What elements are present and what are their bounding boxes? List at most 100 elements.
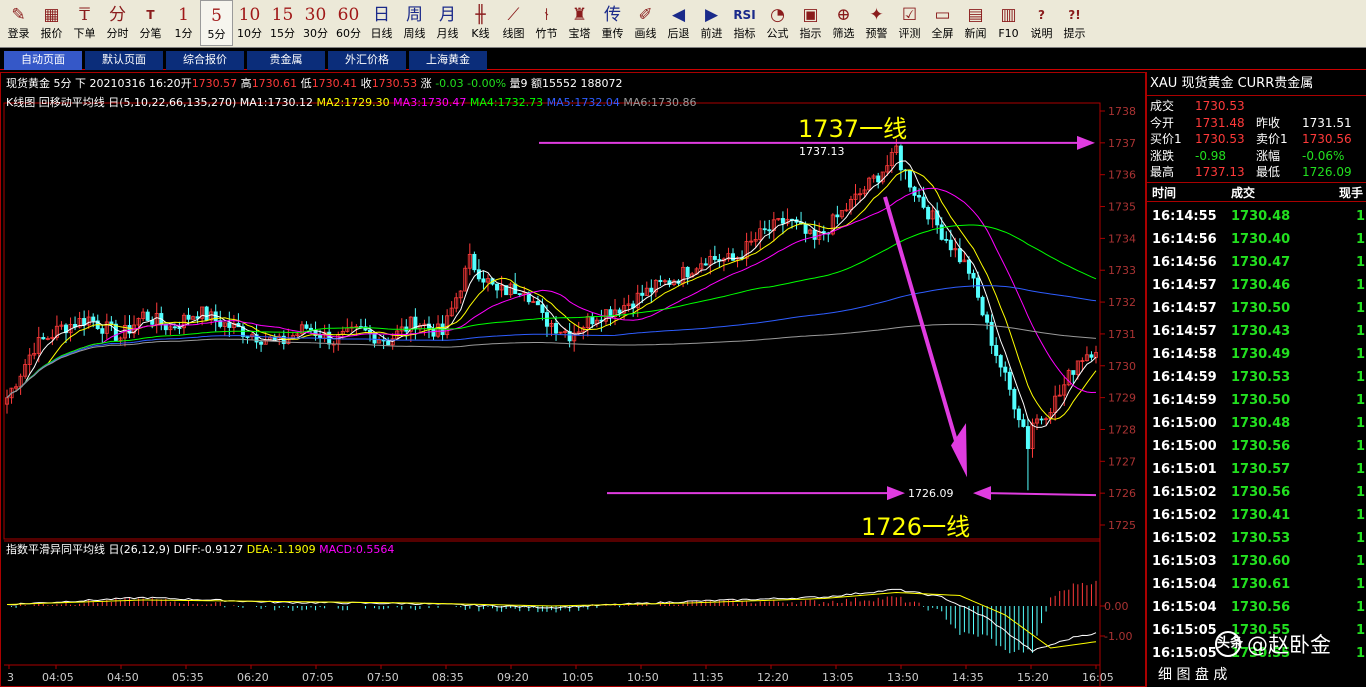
toolbar-button-18[interactable]: 传重传: [596, 0, 629, 46]
candle-body: [540, 304, 545, 313]
y-tick-label: 1725: [1108, 519, 1136, 532]
toolbar-label: 报价: [40, 27, 63, 40]
toolbar-button-20[interactable]: ◀ 后退: [662, 0, 695, 46]
toolbar-button-6[interactable]: 5 5分: [200, 0, 233, 46]
toolbar-button-5[interactable]: 1 1分: [167, 0, 200, 46]
toolbar-button-14[interactable]: ╫ K线: [464, 0, 497, 46]
candle-body: [91, 316, 96, 322]
moving-average-legend: K线图 回移动平均线 日(5,10,22,66,135,270) MA1:173…: [6, 96, 697, 110]
toolbar-button-24[interactable]: ▣ 指示: [794, 0, 827, 46]
digit-5-icon: 5: [211, 6, 222, 26]
draw-line-icon: ✐: [638, 5, 653, 25]
toolbar-button-11[interactable]: 日日线: [365, 0, 398, 46]
toolbar-button-12[interactable]: 周周线: [398, 0, 431, 46]
candle-body: [372, 332, 377, 344]
toolbar-label: 周线: [403, 27, 426, 40]
toolbar-label: 新闻: [964, 27, 987, 40]
tab-4[interactable]: 外汇价格: [328, 51, 406, 70]
toolbar-button-30[interactable]: ▥ F10: [992, 0, 1025, 46]
toolbar-label: 预警: [865, 27, 888, 40]
toolbar-button-0[interactable]: ✎ 登录: [2, 0, 35, 46]
time-tick-label: 13:50: [887, 671, 919, 684]
tick-table-header: 时间 成交 现手: [1147, 182, 1366, 202]
tick-price: 1730.53: [1231, 370, 1291, 385]
info2-run: MA6:1730.86: [619, 96, 697, 109]
tick-time: 16:15:02: [1152, 485, 1217, 500]
tick-row: 16:15:04 1730.56 1: [1147, 596, 1366, 619]
page-tabs: 自动页面 默认页面 综合报价 贵金属 外汇价格 上海黄金: [0, 49, 1366, 70]
info2-run: K线图 回移动平均线 日(5,10,22,66,135,270): [6, 96, 240, 109]
toolbar-button-10[interactable]: 60 60分: [332, 0, 365, 46]
toolbar-button-3[interactable]: 分分时: [101, 0, 134, 46]
tab-3[interactable]: 贵金属: [247, 51, 325, 70]
macdinfo-run: DIFF:-0.9127: [173, 543, 244, 556]
toolbar-button-9[interactable]: 30 30分: [299, 0, 332, 46]
toolbar-button-23[interactable]: ◔ 公式: [761, 0, 794, 46]
candlestick-icon: ╫: [475, 5, 486, 25]
info1-run: 高: [237, 77, 252, 90]
candle-body: [82, 318, 87, 326]
toolbar-button-16[interactable]: ⫮ 竹节: [530, 0, 563, 46]
tab-2[interactable]: 综合报价: [166, 51, 244, 70]
watermark-logo: 头条: [1215, 631, 1243, 657]
toolbar-label: 画线: [634, 27, 657, 40]
y-tick-label: 1728: [1108, 423, 1136, 436]
tab-0[interactable]: 自动页面: [4, 51, 82, 70]
toolbar-button-15[interactable]: ⟋ 线图: [497, 0, 530, 46]
toolbar-button-21[interactable]: ▶ 前进: [695, 0, 728, 46]
toolbar-button-19[interactable]: ✐ 画线: [629, 0, 662, 46]
info1-run: 1730.61: [251, 77, 298, 90]
candle-body: [535, 301, 540, 306]
toolbar-button-1[interactable]: ▦ 报价: [35, 0, 68, 46]
candle-body: [703, 263, 708, 266]
toolbar-label: 60分: [336, 27, 361, 40]
toolbar-button-13[interactable]: 月月线: [431, 0, 464, 46]
toolbar-button-32[interactable]: ?! 提示: [1058, 0, 1091, 46]
toolbar-button-7[interactable]: 10 10分: [233, 0, 266, 46]
time-tick-label: 13:05: [822, 671, 854, 684]
tick-time: 16:15:05: [1152, 623, 1217, 638]
candle-body: [980, 296, 985, 316]
toolbar-button-26[interactable]: ✦ 预警: [860, 0, 893, 46]
tick-price: 1730.56: [1231, 600, 1291, 615]
toolbar-button-2[interactable]: ₸ 下单: [68, 0, 101, 46]
candle-body: [1071, 370, 1076, 375]
info2-run: MA3:1730.47: [389, 96, 467, 109]
fullscreen-icon: ▭: [934, 5, 951, 25]
tab-5[interactable]: 上海黄金: [409, 51, 487, 70]
toolbar-button-8[interactable]: 15 15分: [266, 0, 299, 46]
low-price-label: 1726.09: [908, 487, 954, 500]
quote-cell: 最低: [1256, 165, 1281, 179]
evaluate-icon: ☑: [901, 5, 918, 25]
toolbar-button-31[interactable]: ? 说明: [1025, 0, 1058, 46]
info2-run: MA4:1732.73: [466, 96, 544, 109]
toolbar-button-25[interactable]: ⊕ 筛选: [827, 0, 860, 46]
toolbar-button-28[interactable]: ▭ 全屏: [926, 0, 959, 46]
candle-body: [177, 327, 182, 330]
time-tick-label: 3: [7, 671, 14, 684]
quote-cell: 涨幅: [1256, 148, 1281, 163]
toolbar-button-22[interactable]: RSI 指标: [728, 0, 761, 46]
support-label: 1726一线: [861, 513, 970, 541]
tab-1[interactable]: 默认页面: [85, 51, 163, 70]
kline-chart-svg[interactable]: 1725 1726 1727 1728 1729 1730 1731 1732 1733 1734…: [1, 73, 1145, 686]
tick-time: 16:14:55: [1152, 209, 1217, 224]
toolbar-button-4[interactable]: T 分笔: [134, 0, 167, 46]
toolbar-label: 竹节: [535, 27, 558, 40]
tick-volume: 1: [1356, 508, 1366, 523]
tick-row: 16:14:57 1730.50 1: [1147, 297, 1366, 320]
toolbar-button-17[interactable]: ♜ 宝塔: [563, 0, 596, 46]
toolbar-button-27[interactable]: ☑ 评测: [893, 0, 926, 46]
quote-row: 买价1 1730.53 卖价1 1730.56: [1147, 131, 1366, 147]
y-tick-label: 1738: [1108, 105, 1136, 118]
macd-dea-line: [6, 591, 1097, 649]
chuan-char-icon: 传: [604, 5, 621, 25]
quote-bottom-tabs[interactable]: 细 图 盘 成: [1158, 664, 1227, 684]
toolbar-label: 公式: [766, 27, 789, 40]
kline-chart-panel[interactable]: 1725 1726 1727 1728 1729 1730 1731 1732 1733 1734…: [0, 72, 1146, 687]
resistance-label: 1737一线: [798, 115, 907, 143]
toolbar-label: 宝塔: [568, 27, 591, 40]
toolbar-button-29[interactable]: ▤ 新闻: [959, 0, 992, 46]
books-icon: ▥: [1000, 5, 1017, 25]
news-icon: ▤: [967, 5, 984, 25]
